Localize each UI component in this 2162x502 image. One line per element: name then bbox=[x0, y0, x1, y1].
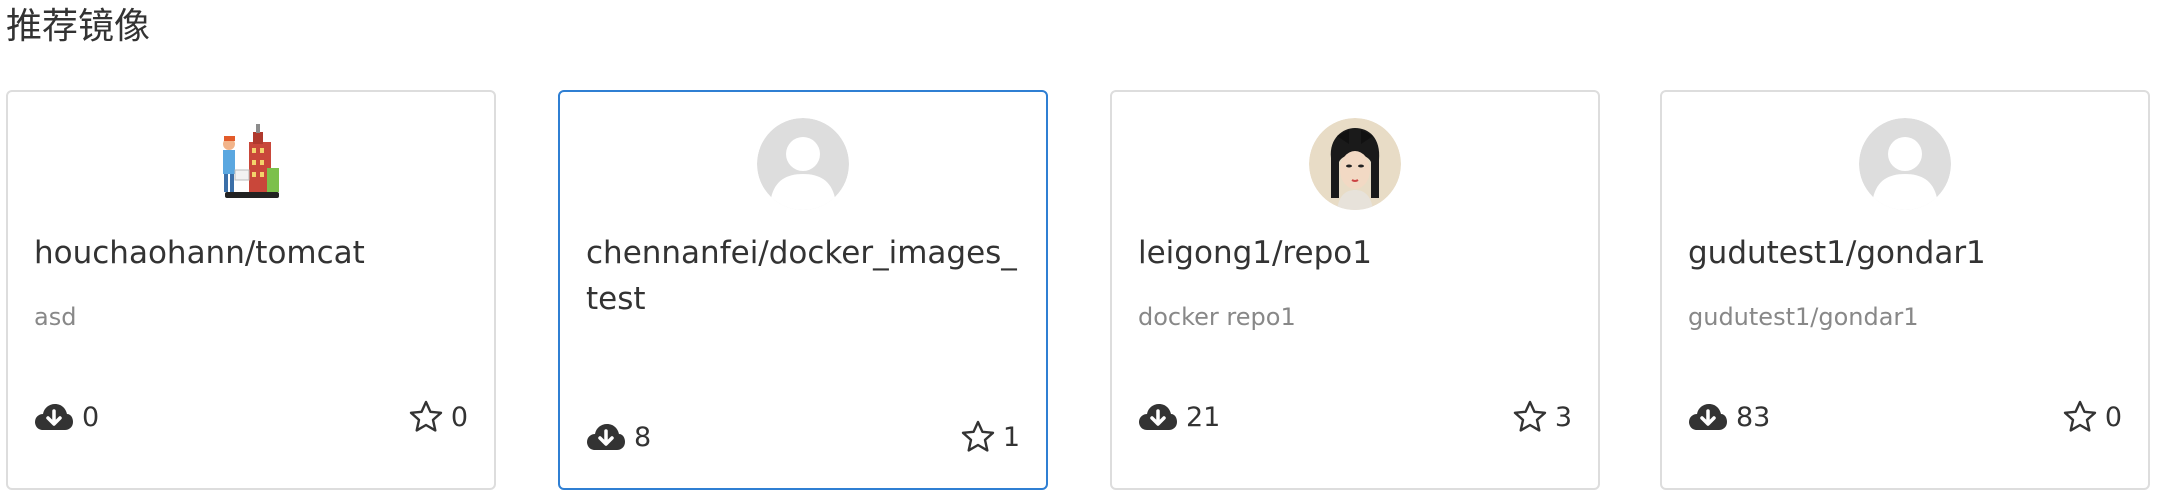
default-user-avatar-icon bbox=[757, 118, 849, 210]
image-card[interactable]: gudutest1/gondar1 gudutest1/gondar1 83 0 bbox=[1660, 90, 2150, 490]
repo-name[interactable]: leigong1/repo1 bbox=[1138, 230, 1572, 276]
star-count[interactable]: 0 bbox=[409, 397, 468, 437]
repo-description: docker repo1 bbox=[1138, 303, 1296, 331]
star-outline-icon[interactable] bbox=[2063, 400, 2097, 434]
repo-name[interactable]: chennanfei/docker_images_test bbox=[586, 230, 1020, 322]
download-count: 0 bbox=[34, 397, 99, 437]
star-count[interactable]: 0 bbox=[2063, 397, 2122, 437]
tomcat-illustration-icon bbox=[205, 118, 297, 210]
section-title: 推荐镜像 bbox=[6, 6, 151, 47]
star-count[interactable]: 1 bbox=[961, 417, 1020, 457]
download-count-value: 0 bbox=[82, 401, 100, 433]
image-card[interactable]: chennanfei/docker_images_test 8 1 bbox=[558, 90, 1048, 490]
download-count-value: 8 bbox=[634, 421, 652, 453]
star-count[interactable]: 3 bbox=[1513, 397, 1572, 437]
star-outline-icon[interactable] bbox=[961, 420, 995, 454]
cloud-download-icon bbox=[586, 422, 626, 452]
star-count-value: 0 bbox=[450, 401, 468, 433]
star-count-value: 0 bbox=[2104, 401, 2122, 433]
star-outline-icon[interactable] bbox=[409, 400, 443, 434]
star-count-value: 1 bbox=[1002, 421, 1020, 453]
user-portrait-icon bbox=[1309, 118, 1401, 210]
cloud-download-icon bbox=[1138, 402, 1178, 432]
default-user-avatar-icon bbox=[1859, 118, 1951, 210]
download-count: 21 bbox=[1138, 397, 1220, 437]
repo-name[interactable]: gudutest1/gondar1 bbox=[1688, 230, 2122, 276]
cloud-download-icon bbox=[34, 402, 74, 432]
download-count: 83 bbox=[1688, 397, 1770, 437]
repo-description: gudutest1/gondar1 bbox=[1688, 303, 1919, 331]
repo-description: asd bbox=[34, 303, 77, 331]
star-count-value: 3 bbox=[1554, 401, 1572, 433]
download-count: 8 bbox=[586, 417, 651, 457]
image-card[interactable]: houchaohann/tomcat asd 0 0 bbox=[6, 90, 496, 490]
download-count-value: 21 bbox=[1186, 401, 1221, 433]
download-count-value: 83 bbox=[1736, 401, 1771, 433]
cloud-download-icon bbox=[1688, 402, 1728, 432]
star-outline-icon[interactable] bbox=[1513, 400, 1547, 434]
repo-name[interactable]: houchaohann/tomcat bbox=[34, 230, 468, 276]
image-card[interactable]: leigong1/repo1 docker repo1 21 3 bbox=[1110, 90, 1600, 490]
